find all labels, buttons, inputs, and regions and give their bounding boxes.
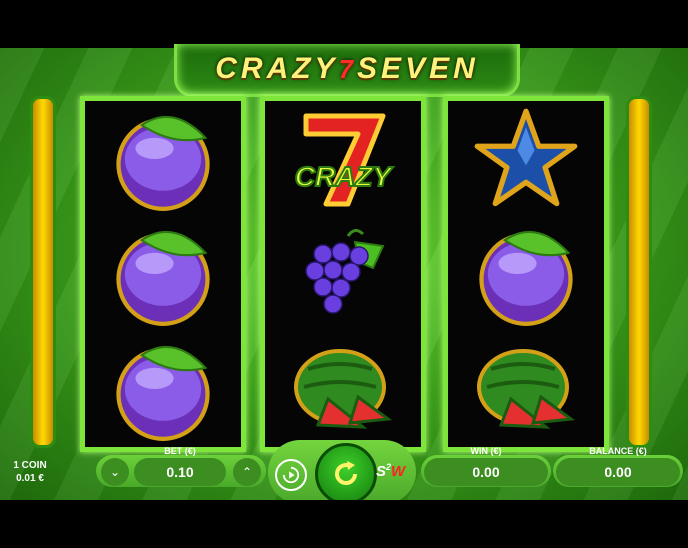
- crazy-seven-icon: CRAZY: [265, 101, 421, 216]
- title-plate: CRAZY7SEVEN: [174, 44, 520, 97]
- plum-icon: [85, 331, 241, 446]
- title-seven: 7: [338, 54, 358, 84]
- watermelon-icon: [448, 331, 604, 446]
- s2w-w: W: [391, 463, 406, 480]
- game-screen: CRAZY7SEVEN CRAZY 1 COIN 0.01 € ⌄ BET (€…: [0, 0, 688, 548]
- s2w-button[interactable]: S2W: [376, 462, 405, 480]
- chevron-down-icon: ⌄: [109, 465, 121, 479]
- spin-button[interactable]: [315, 443, 377, 505]
- bet-value: 0.10: [134, 458, 226, 486]
- reel-2: CRAZY: [260, 96, 426, 452]
- title-seven-word: SEVEN: [357, 52, 479, 85]
- game-title: CRAZY7SEVEN: [177, 52, 517, 86]
- bet-increase-button[interactable]: ⌃: [233, 458, 261, 486]
- bet-label: BET (€): [164, 446, 196, 456]
- s2w-s: S: [376, 463, 387, 480]
- spin-refresh-icon: [335, 461, 357, 485]
- reel-1: [80, 96, 246, 452]
- title-crazy: CRAZY: [215, 52, 339, 85]
- left-payline-bar: [30, 96, 56, 448]
- right-payline-bar: [626, 96, 652, 448]
- autoplay-icon: [282, 466, 300, 484]
- balance-label: BALANCE (€): [589, 446, 647, 456]
- win-label: WIN (€): [470, 446, 502, 456]
- win-value: 0.00: [424, 458, 548, 486]
- bottom-letterbox: [0, 500, 688, 548]
- plum-icon: [448, 216, 604, 331]
- balance-value: 0.00: [556, 458, 680, 486]
- blue-star-icon: [448, 101, 604, 216]
- crazy-label: CRAZY: [295, 161, 394, 192]
- coin-count: 1 COIN: [13, 460, 47, 471]
- reel-3: [443, 96, 609, 452]
- watermelon-icon: [265, 331, 421, 446]
- bet-decrease-button[interactable]: ⌄: [101, 458, 129, 486]
- coin-value[interactable]: 1 COIN 0.01 €: [8, 459, 52, 485]
- autoplay-button[interactable]: [275, 459, 307, 491]
- chevron-up-icon: ⌃: [241, 465, 253, 479]
- plum-icon: [85, 101, 241, 216]
- plum-icon: [85, 216, 241, 331]
- grapes-icon: [265, 216, 421, 331]
- coin-denomination: 0.01 €: [16, 473, 44, 484]
